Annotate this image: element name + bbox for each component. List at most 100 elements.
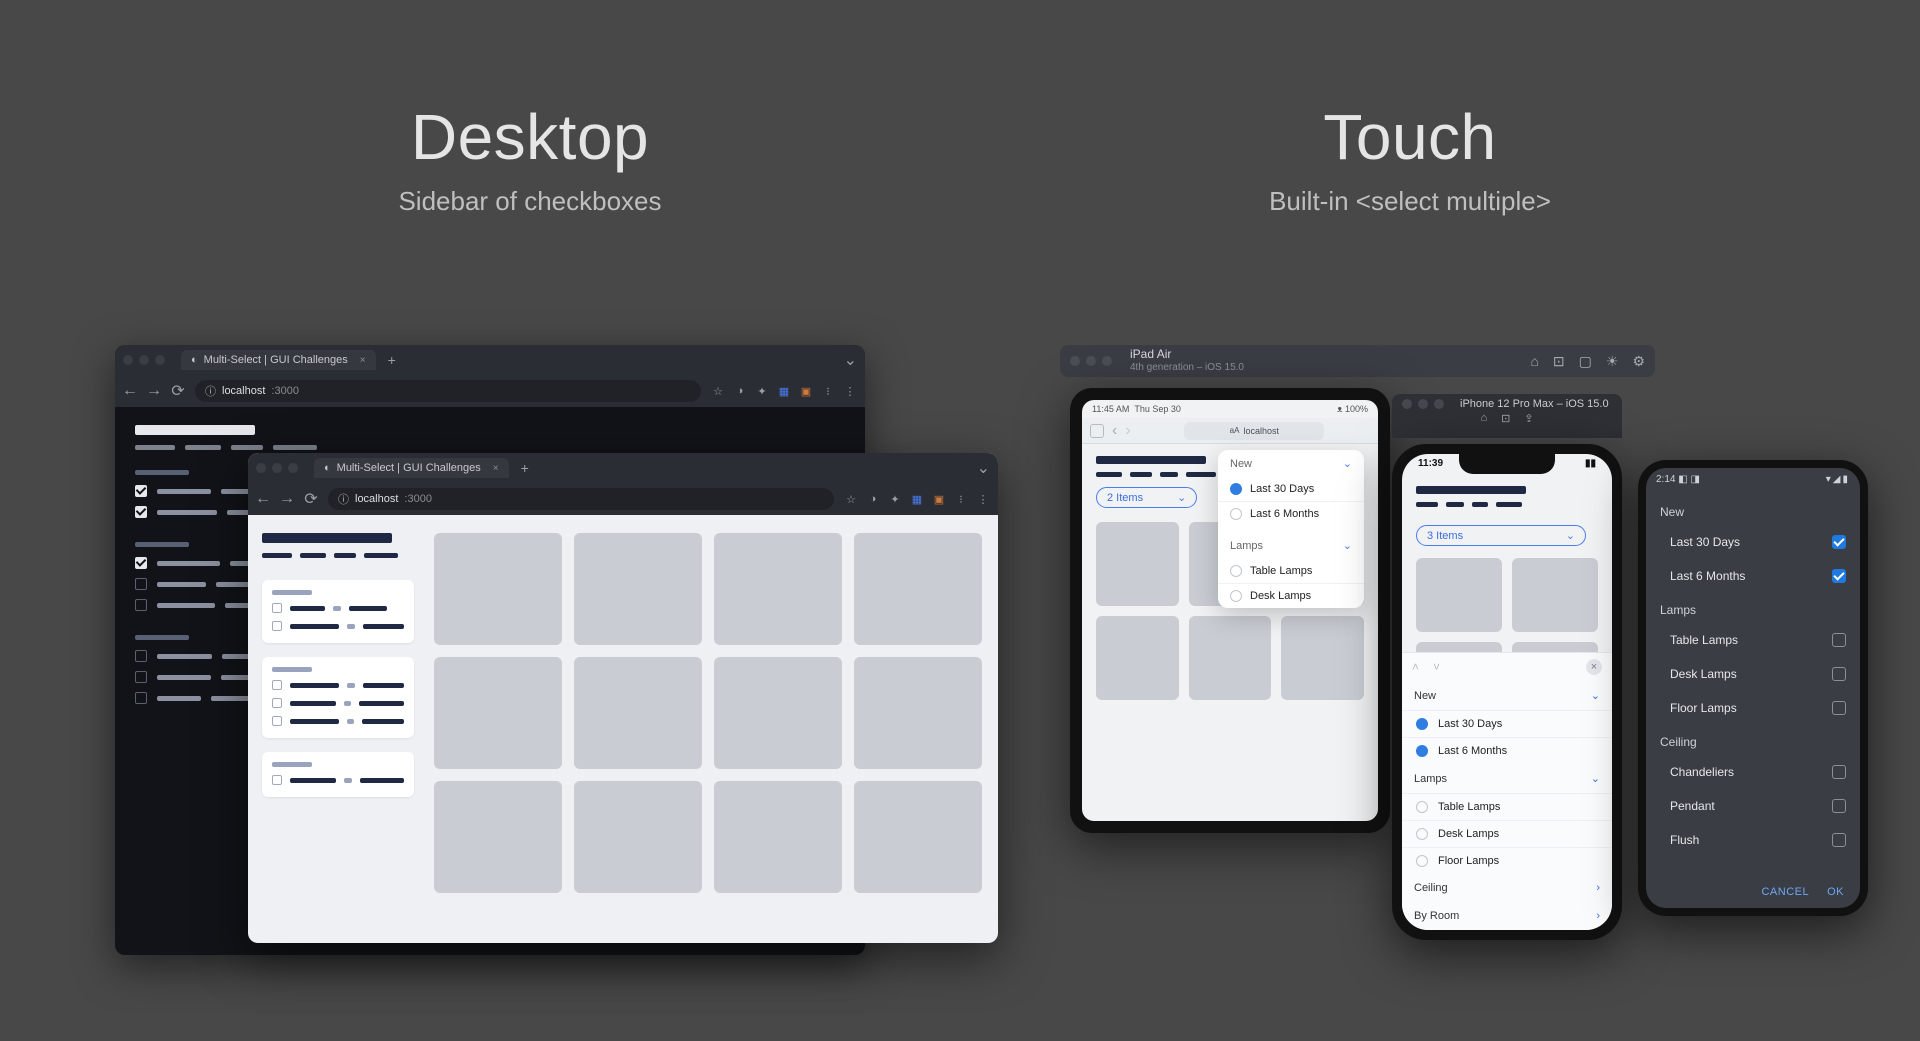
filter-option[interactable] bbox=[272, 716, 404, 726]
cancel-button[interactable]: CANCEL bbox=[1761, 886, 1809, 898]
optgroup-header[interactable]: Lamps⌄ bbox=[1402, 764, 1612, 793]
select-popover[interactable]: New⌄Last 30 DaysLast 6 MonthsLamps⌄Table… bbox=[1218, 450, 1364, 608]
select-option[interactable]: Last 30 Days bbox=[1402, 710, 1612, 737]
result-card[interactable] bbox=[574, 781, 702, 893]
select-sheet[interactable]: ˄ ˅ × New⌄Last 30 DaysLast 6 MonthsLamps… bbox=[1402, 652, 1612, 930]
filter-option[interactable] bbox=[272, 680, 404, 690]
home-icon[interactable]: ⌂ bbox=[1480, 412, 1487, 425]
checkbox[interactable] bbox=[272, 775, 282, 785]
browser-tab[interactable]: ◐ Multi-Select | GUI Challenges × bbox=[181, 350, 376, 370]
result-card[interactable] bbox=[714, 533, 842, 645]
select-option[interactable]: Last 6 Months bbox=[1402, 737, 1612, 764]
radio[interactable] bbox=[1416, 718, 1428, 730]
select-option[interactable]: Desk Lamps bbox=[1646, 657, 1860, 691]
checkbox[interactable] bbox=[135, 485, 147, 497]
select-option[interactable]: Desk Lamps bbox=[1402, 820, 1612, 847]
text-size-icon[interactable]: aA bbox=[1230, 426, 1240, 435]
safari-address-bar[interactable]: aA localhost bbox=[1184, 422, 1324, 440]
radio[interactable] bbox=[1416, 828, 1428, 840]
result-card[interactable] bbox=[854, 533, 982, 645]
optgroup-header[interactable]: By Room› bbox=[1402, 902, 1612, 930]
filter-option[interactable] bbox=[272, 621, 404, 631]
prev-icon[interactable]: ˄ bbox=[1412, 660, 1419, 674]
ok-button[interactable]: OK bbox=[1827, 886, 1844, 898]
appearance-icon[interactable]: ☀ bbox=[1606, 353, 1619, 370]
select-option[interactable]: Table Lamps bbox=[1218, 559, 1364, 583]
checkbox[interactable] bbox=[1832, 569, 1846, 583]
forward-icon[interactable]: › bbox=[1125, 422, 1130, 440]
select-option[interactable]: Flush bbox=[1646, 823, 1860, 857]
radio[interactable] bbox=[1230, 565, 1242, 577]
address-bar[interactable]: ⓘ localhost:3000 bbox=[328, 488, 834, 510]
back-icon[interactable]: ← bbox=[123, 384, 137, 398]
checkbox[interactable] bbox=[135, 650, 147, 662]
result-card[interactable] bbox=[854, 781, 982, 893]
filter-option[interactable] bbox=[272, 698, 404, 708]
filter-option[interactable] bbox=[272, 775, 404, 785]
mic-icon[interactable]: ⁝ bbox=[954, 492, 968, 506]
screenshot-icon[interactable]: ⊡ bbox=[1553, 353, 1565, 370]
forward-icon[interactable]: → bbox=[280, 492, 294, 506]
chevron-down-icon[interactable]: ⌄ bbox=[977, 458, 990, 478]
result-card[interactable] bbox=[434, 533, 562, 645]
select-option[interactable]: Table Lamps bbox=[1646, 623, 1860, 657]
radio[interactable] bbox=[1416, 801, 1428, 813]
new-tab-button[interactable]: + bbox=[521, 460, 529, 476]
checkbox[interactable] bbox=[135, 671, 147, 683]
select-option[interactable]: Desk Lamps bbox=[1218, 583, 1364, 608]
result-card[interactable] bbox=[574, 657, 702, 769]
extension-icon[interactable]: ▦ bbox=[910, 492, 924, 506]
checkbox[interactable] bbox=[135, 578, 147, 590]
next-icon[interactable]: ˅ bbox=[1433, 660, 1440, 674]
checkbox[interactable] bbox=[272, 621, 282, 631]
star-icon[interactable]: ☆ bbox=[711, 384, 725, 398]
browser-tab[interactable]: ◐ Multi-Select | GUI Challenges × bbox=[314, 458, 509, 478]
select-option[interactable]: Last 6 Months bbox=[1218, 501, 1364, 526]
settings-icon[interactable]: ⚙ bbox=[1632, 353, 1645, 370]
result-card[interactable] bbox=[714, 781, 842, 893]
result-card[interactable] bbox=[714, 657, 842, 769]
select-option[interactable]: Last 30 Days bbox=[1218, 477, 1364, 501]
extension-icon[interactable]: ▦ bbox=[777, 384, 791, 398]
puzzle-icon[interactable]: ✦ bbox=[755, 384, 769, 398]
checkbox[interactable] bbox=[1832, 633, 1846, 647]
menu-icon[interactable]: ⋮ bbox=[976, 492, 990, 506]
result-card[interactable] bbox=[434, 657, 562, 769]
checkbox[interactable] bbox=[1832, 765, 1846, 779]
radio[interactable] bbox=[1416, 855, 1428, 867]
home-icon[interactable]: ⌂ bbox=[1530, 353, 1538, 370]
window-traffic-lights[interactable] bbox=[1402, 399, 1444, 409]
result-card[interactable] bbox=[574, 533, 702, 645]
forward-icon[interactable]: → bbox=[147, 384, 161, 398]
new-tab-button[interactable]: + bbox=[388, 352, 396, 368]
result-card[interactable] bbox=[854, 657, 982, 769]
checkbox[interactable] bbox=[135, 692, 147, 704]
optgroup-header[interactable]: New⌄ bbox=[1402, 681, 1612, 710]
extension-icon[interactable]: ▣ bbox=[932, 492, 946, 506]
radio[interactable] bbox=[1416, 745, 1428, 757]
star-icon[interactable]: ☆ bbox=[844, 492, 858, 506]
checkbox[interactable] bbox=[135, 557, 147, 569]
filter-option[interactable] bbox=[272, 603, 404, 613]
window-traffic-lights[interactable] bbox=[123, 355, 165, 365]
checkbox[interactable] bbox=[1832, 667, 1846, 681]
screenshot-icon[interactable]: ⊡ bbox=[1501, 412, 1510, 425]
checkbox[interactable] bbox=[1832, 833, 1846, 847]
reload-icon[interactable]: ⟳ bbox=[304, 492, 318, 506]
puzzle-icon[interactable]: ✦ bbox=[888, 492, 902, 506]
checkbox[interactable] bbox=[135, 599, 147, 611]
checkbox[interactable] bbox=[272, 680, 282, 690]
mic-icon[interactable]: ⁝ bbox=[821, 384, 835, 398]
reload-icon[interactable]: ⟳ bbox=[171, 384, 185, 398]
optgroup-header[interactable]: New⌄ bbox=[1218, 450, 1364, 477]
select-option[interactable]: Floor Lamps bbox=[1646, 691, 1860, 725]
checkbox[interactable] bbox=[272, 603, 282, 613]
result-card[interactable] bbox=[434, 781, 562, 893]
checkbox[interactable] bbox=[1832, 799, 1846, 813]
window-traffic-lights[interactable] bbox=[256, 463, 298, 473]
select-option[interactable]: Last 30 Days bbox=[1646, 525, 1860, 559]
radio[interactable] bbox=[1230, 590, 1242, 602]
radio[interactable] bbox=[1230, 508, 1242, 520]
extension-icon[interactable]: ▣ bbox=[799, 384, 813, 398]
close-tab-icon[interactable]: × bbox=[493, 463, 499, 474]
